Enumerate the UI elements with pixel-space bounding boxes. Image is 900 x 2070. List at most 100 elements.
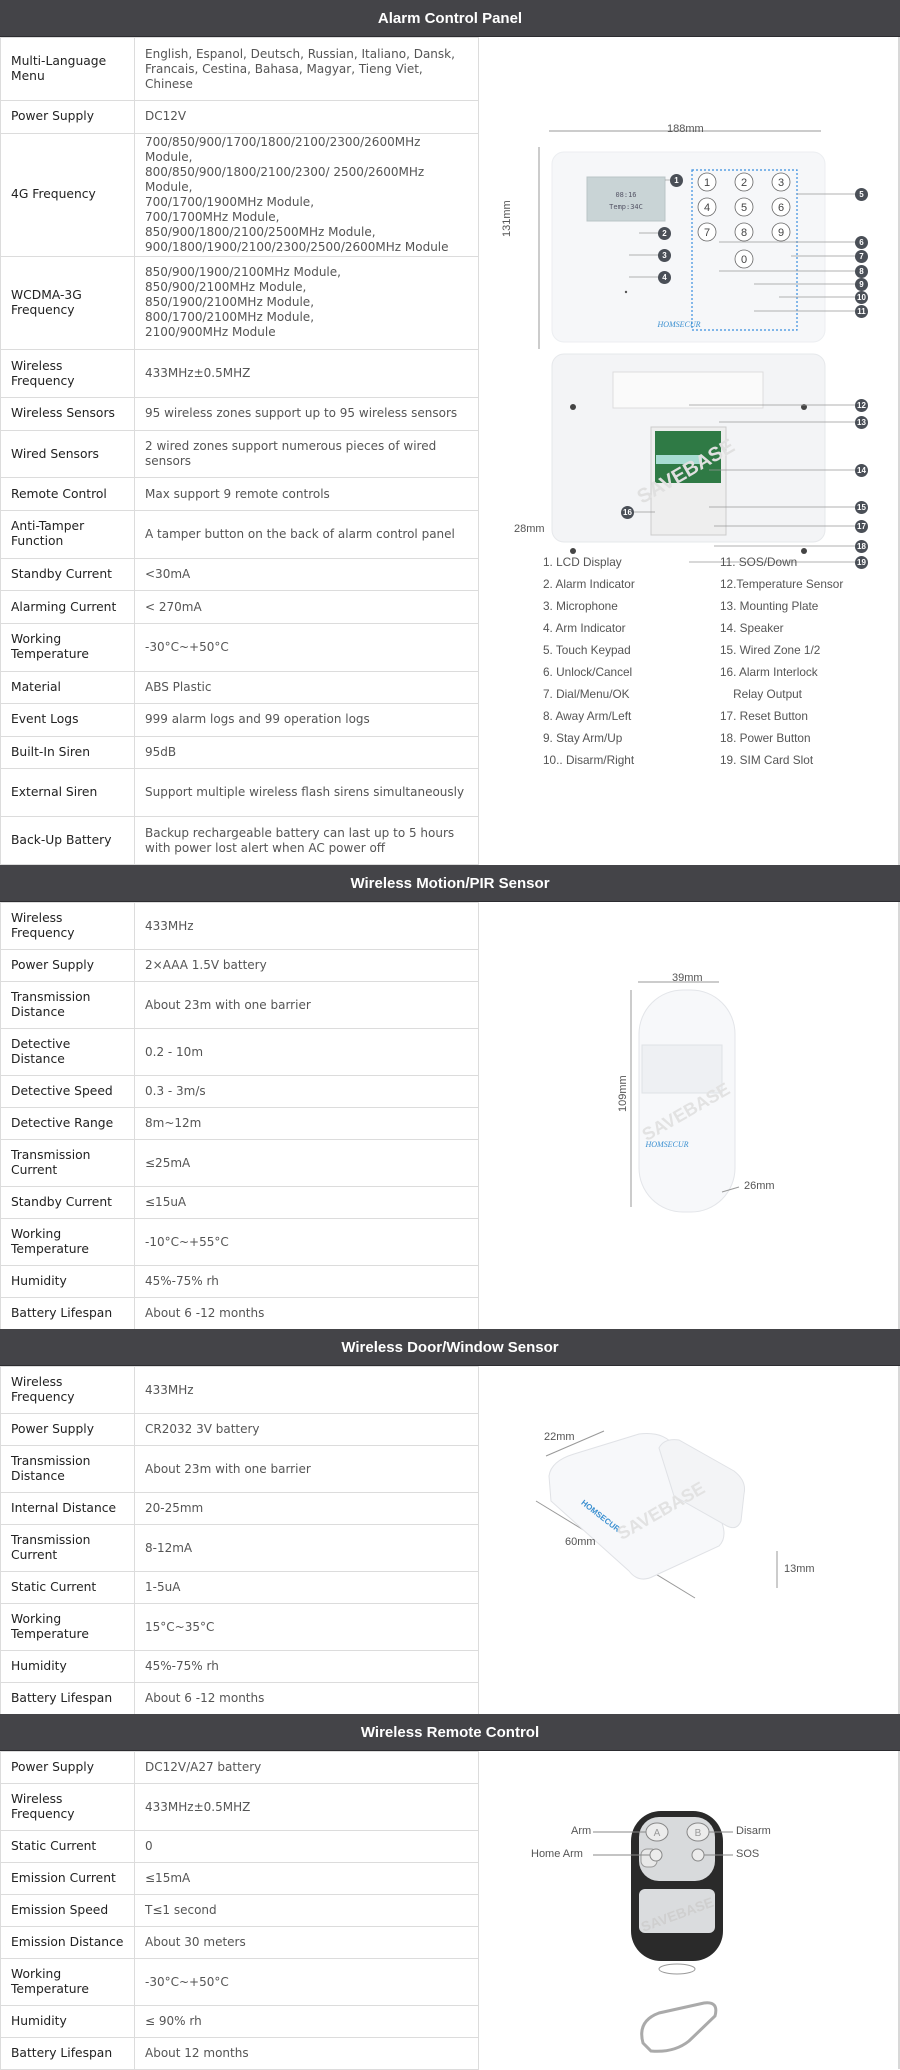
spec-value: 20-25mm (134, 1492, 479, 1525)
spec-row: Multi-Language Menu English, Espanol, Deu… (0, 36, 479, 102)
depth-dimension-label: 28mm (514, 523, 545, 535)
spec-value: English, Espanol, Deutsch, Russian, Ital… (134, 36, 479, 102)
spec-row: 4G Frequency 700/850/900/1700/1800/2100/2… (0, 132, 479, 257)
microphone-hole (624, 290, 628, 294)
callout-badge: 11 (855, 305, 868, 318)
keypad-key-label: 7 (704, 227, 710, 239)
legend-item: 12.Temperature Sensor (720, 577, 844, 591)
spec-label: Power Supply (0, 100, 135, 134)
spec-row: Remote Control Max support 9 remote contr… (0, 477, 479, 511)
spec-row: Humidity 45%-75% rh (0, 1265, 479, 1298)
spec-label: Humidity (0, 1650, 135, 1683)
spec-label: Internal Distance (0, 1492, 135, 1525)
spec-label: Power Supply (0, 949, 135, 982)
legend-item: 1. LCD Display (543, 555, 622, 569)
legend-item: 3. Microphone (543, 599, 618, 613)
spec-value: 15°C~35°C (134, 1603, 479, 1651)
keypad-key-label: 2 (741, 177, 747, 189)
remote-illustration: A B SAVEBASE (593, 1811, 733, 2053)
spec-value: T≤1 second (134, 1894, 479, 1927)
spec-row: Detective Speed 0.3 - 3m/s (0, 1075, 479, 1108)
spec-row: Power Supply CR2032 3V battery (0, 1413, 479, 1446)
height-dimension-label: 13mm (784, 1563, 815, 1575)
spec-value: 2×AAA 1.5V battery (134, 949, 479, 982)
spec-label: Material (0, 670, 135, 705)
spec-label: Transmission Distance (0, 981, 135, 1029)
spec-row: Battery Lifespan About 6 -12 months (0, 1682, 479, 1715)
spec-value: < 270mA (134, 590, 479, 624)
spec-label: Wireless Sensors (0, 397, 135, 431)
spec-label: Wired Sensors (0, 429, 135, 479)
spec-row: Emission Speed T≤1 second (0, 1894, 479, 1927)
label-arm: Arm (571, 1825, 592, 1837)
spec-value: Support multiple wireless flash sirens s… (134, 768, 479, 818)
spec-row: Power Supply DC12V (0, 100, 479, 134)
spec-row: Detective Range 8m~12m (0, 1107, 479, 1140)
spec-label: Detective Speed (0, 1075, 135, 1108)
spec-row: Event Logs 999 alarm logs and 99 operatio… (0, 703, 479, 737)
legend-item: 4. Arm Indicator (543, 621, 626, 635)
spec-row: Transmission Distance About 23m with one … (0, 1445, 479, 1493)
section-header: Wireless Door/Window Sensor (0, 1329, 900, 1366)
legend-item: 17. Reset Button (720, 709, 808, 723)
spec-value: About 30 meters (134, 1926, 479, 1959)
legend-item: 2. Alarm Indicator (543, 577, 635, 591)
spec-label: Transmission Distance (0, 1445, 135, 1493)
legend-item: 16. Alarm Interlock (720, 665, 818, 679)
door-sensor-illustration: HOMSECUR SAVEBASE (535, 1430, 778, 1599)
button-b[interactable]: B (686, 1822, 710, 1842)
callout-badge: 14 (855, 464, 868, 477)
spec-value: 95dB (134, 735, 479, 770)
spec-value: ≤ 90% rh (134, 2005, 479, 2038)
keypad-key-label: 5 (741, 202, 747, 214)
width-dimension-label: 22mm (544, 1431, 575, 1443)
section-alarm-control-panel: Alarm Control Panel Multi-Language Menu E… (0, 0, 900, 865)
spec-row: Built-In Siren 95dB (0, 735, 479, 770)
button-sos (691, 1848, 705, 1862)
spec-row: Standby Current ≤15uA (0, 1186, 479, 1219)
spec-value: 0.2 - 10m (134, 1028, 479, 1076)
callout-badge: 1 (670, 174, 683, 187)
spec-value: 0 (134, 1830, 479, 1863)
section-title: Alarm Control Panel (377, 9, 523, 27)
spec-row: Working Temperature -30°C~+50°C (0, 1958, 479, 2006)
svg-text:A: A (654, 1828, 661, 1839)
spec-row: Working Temperature -30°C~+50°C (0, 622, 479, 672)
spec-label: Event Logs (0, 703, 135, 737)
spec-row: Static Current 0 (0, 1830, 479, 1863)
lcd-temp: Temp:34C (609, 203, 643, 211)
legend-item: 5. Touch Keypad (543, 643, 631, 657)
legend-item: 6. Unlock/Cancel (543, 665, 633, 679)
legend-right-column: 11. SOS/Down 12.Temperature Sensor 13. Mou… (720, 555, 843, 775)
width-dimension-label: 39mm (672, 972, 703, 984)
spec-value: 2 wired zones support numerous pieces of… (134, 429, 479, 479)
spec-label: Remote Control (0, 477, 135, 511)
legend-item: 19. SIM Card Slot (720, 753, 814, 767)
button-a[interactable]: A (645, 1822, 669, 1842)
spec-value: About 6 -12 months (134, 1682, 479, 1715)
brand-logo: HOMSECUR (656, 320, 700, 329)
spec-row: Wireless Frequency 433MHz±0.5MHZ (0, 349, 479, 399)
spec-row: Working Temperature -10°C~+55°C (0, 1218, 479, 1266)
spec-label: Emission Speed (0, 1894, 135, 1927)
spec-value: About 23m with one barrier (134, 1445, 479, 1493)
spec-value: Backup rechargeable battery can last up … (134, 816, 479, 865)
callout-badge: 8 (855, 265, 868, 278)
callout-badge: 19 (855, 556, 868, 569)
spec-value: 433MHz (134, 902, 479, 950)
label-home-arm: Home Arm (531, 1848, 583, 1860)
spec-row: Material ABS Plastic (0, 670, 479, 705)
spec-label: Standby Current (0, 557, 135, 592)
legend-left-column: 1. LCD Display 2. Alarm Indicator 3. Micro… (543, 555, 635, 775)
spec-label: Wireless Frequency (0, 1783, 135, 1831)
spec-value: DC12V/A27 battery (134, 1751, 479, 1784)
spec-row: WCDMA-3G Frequency 850/900/1900/2100MHz M… (0, 255, 479, 351)
callout-badge: 10 (855, 291, 868, 304)
spec-table: Wireless Frequency 433MHz Power Supply 2×AA… (0, 902, 479, 1330)
spec-row: Detective Distance 0.2 - 10m (0, 1028, 479, 1076)
spec-row: Power Supply DC12V/A27 battery (0, 1751, 479, 1784)
callout-badge: 9 (855, 278, 868, 291)
key-ring-hole (658, 1963, 696, 1975)
spec-label: Multi-Language Menu (0, 36, 135, 102)
spec-row: Internal Distance 20-25mm (0, 1492, 479, 1525)
